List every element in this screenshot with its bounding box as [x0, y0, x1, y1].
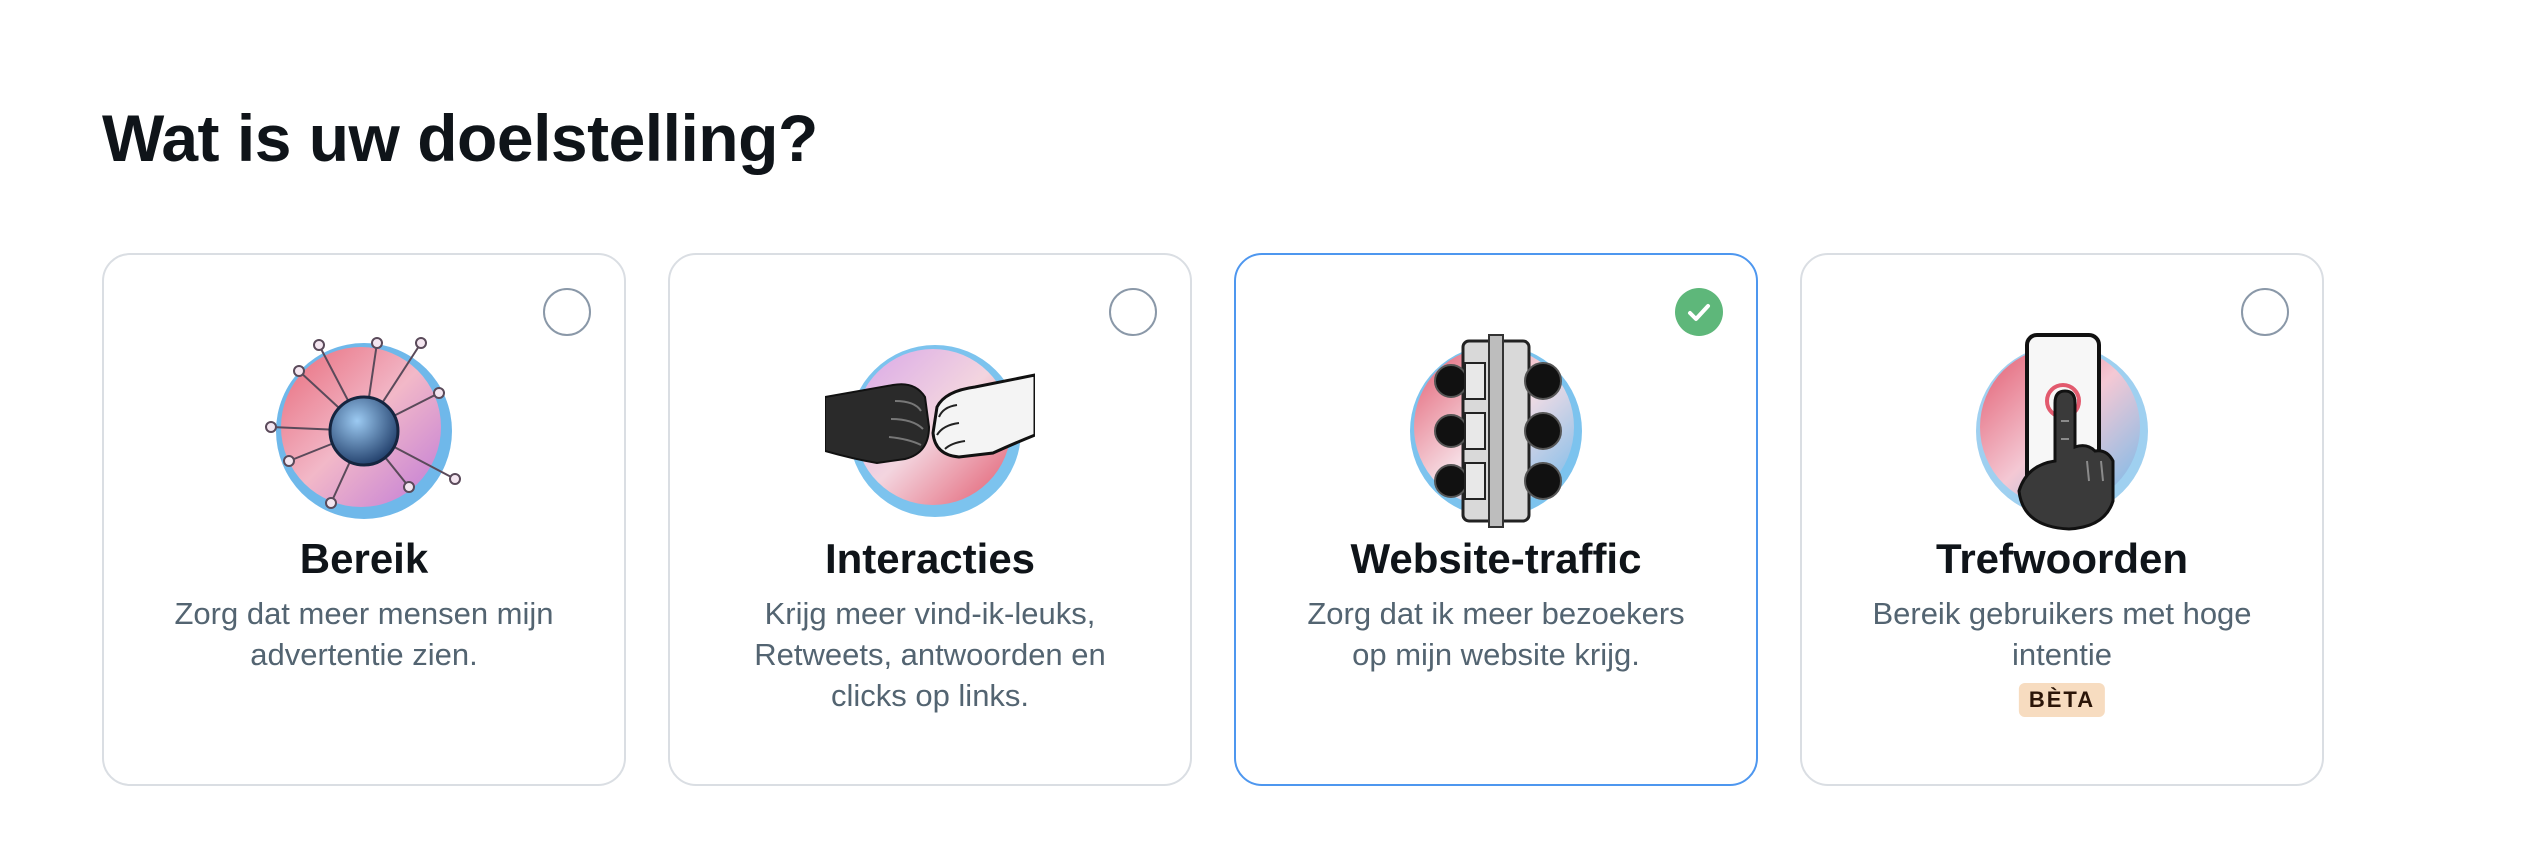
traffic-light-icon — [1391, 331, 1601, 531]
objective-card-website-traffic[interactable]: Website-traffic Zorg dat ik meer bezoeke… — [1234, 253, 1758, 786]
option-description: Bereik gebruikers met hoge intentie — [1872, 596, 2252, 672]
phone-tap-icon — [1957, 331, 2167, 531]
beta-badge: BÈTA — [2018, 683, 2106, 717]
radio-checked-icon[interactable] — [1675, 288, 1723, 336]
page-title: Wat is uw doelstelling? — [102, 101, 818, 175]
option-description: Zorg dat meer mensen mijn advertentie zi… — [174, 596, 554, 672]
reach-network-icon — [259, 331, 469, 531]
radio-unchecked[interactable] — [2241, 288, 2289, 336]
option-title: Interacties — [824, 535, 1036, 582]
objective-card-trefwoorden[interactable]: Trefwoorden Bereik gebruikers met hoge i… — [1800, 253, 2324, 786]
option-title: Trefwoorden — [1935, 535, 2189, 582]
radio-unchecked[interactable] — [543, 288, 591, 336]
objective-card-interacties[interactable]: Interacties Krijg meer vind-ik-leuks, Re… — [668, 253, 1192, 786]
fist-bump-icon — [825, 331, 1035, 531]
objective-card-bereik[interactable]: Bereik Zorg dat meer mensen mijn adverte… — [102, 253, 626, 786]
option-description: Krijg meer vind-ik-leuks, Retweets, antw… — [754, 596, 1106, 713]
objective-options: Bereik Zorg dat meer mensen mijn adverte… — [102, 253, 2324, 786]
option-title: Bereik — [299, 535, 429, 582]
option-title: Website-traffic — [1350, 535, 1642, 582]
option-description: Zorg dat ik meer bezoekers op mijn websi… — [1307, 596, 1685, 672]
radio-unchecked[interactable] — [1109, 288, 1157, 336]
